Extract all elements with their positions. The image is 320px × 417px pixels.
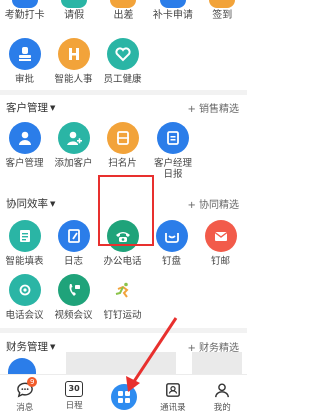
notebook-icon: [57, 220, 90, 252]
app-leave[interactable]: 请假: [49, 0, 98, 22]
stamp-icon: [8, 38, 41, 70]
app-business-trip[interactable]: 出差: [99, 0, 148, 22]
heart-icon: [106, 38, 139, 70]
customer-section-header: 客户管理 ▼ + 销售精选: [0, 98, 247, 116]
top-app-row: 考勤打卡 请假 出差 补卡申请 签到: [0, 0, 247, 22]
workbench-button[interactable]: [111, 384, 137, 410]
app-label: 电话会议: [5, 310, 44, 321]
app-label: 出差: [113, 10, 134, 21]
app-customer-management[interactable]: 客户管理: [0, 122, 49, 169]
app-label: 考勤打卡: [4, 10, 45, 21]
app-label: 员工健康: [103, 74, 142, 85]
app-add-customer[interactable]: 添加客户: [49, 122, 98, 169]
tab-label: 日程: [65, 401, 83, 411]
punch-fix-icon: [159, 0, 186, 8]
app-ding-sport[interactable]: 钉钉运动: [98, 274, 147, 321]
section-more-link[interactable]: + 协同精选: [187, 196, 239, 211]
user-icon: [8, 122, 41, 154]
tab-label: 消息: [16, 403, 34, 413]
app-mail[interactable]: 钉邮: [196, 220, 245, 267]
section-title[interactable]: 财务管理 ▼: [6, 339, 55, 354]
app-sign-in[interactable]: 签到: [198, 0, 247, 22]
app-label: 扫名片: [108, 158, 137, 169]
blurred-region: [192, 352, 242, 374]
tab-label: 我的: [213, 403, 231, 413]
app-label: 视频会议: [54, 310, 93, 321]
section-divider: [0, 90, 247, 95]
app-punch-fix[interactable]: 补卡申请: [148, 0, 197, 22]
app-scan-card[interactable]: 扫名片: [98, 122, 147, 169]
app-label: 智能人事: [54, 74, 93, 85]
app-label: 审批: [14, 74, 34, 85]
cloud-disk-icon: [155, 220, 188, 252]
calendar-icon: 30: [65, 381, 84, 397]
app-cloud-disk[interactable]: 钉盘: [147, 220, 196, 267]
conference-call-icon: [8, 274, 41, 306]
app-manager-daily-report[interactable]: 客户经理 日报: [147, 122, 199, 180]
tab-contacts[interactable]: 通讯录: [148, 375, 197, 417]
running-icon: [106, 274, 139, 306]
leave-icon: [61, 0, 88, 8]
trip-icon: [110, 0, 137, 8]
mail-icon: [204, 220, 237, 252]
highlight-box: [98, 175, 154, 246]
app-smart-form[interactable]: 智能填表: [0, 220, 49, 267]
report-icon: [157, 122, 189, 154]
app-conference-call[interactable]: 电话会议: [0, 274, 49, 321]
app-label: 客户管理: [5, 158, 44, 169]
app-attendance[interactable]: 考勤打卡: [0, 0, 49, 22]
section-more-link[interactable]: + 销售精选: [187, 100, 239, 115]
h-letter-icon: [57, 38, 90, 70]
app-approval[interactable]: 审批: [0, 38, 49, 85]
app-label: 添加客户: [54, 158, 93, 169]
add-user-icon: [57, 122, 90, 154]
section-divider: [0, 328, 247, 333]
app-label: 钉盘: [161, 256, 181, 267]
app-label: 智能填表: [5, 256, 44, 267]
contacts-icon: [163, 381, 183, 399]
card-scan-icon: [106, 122, 139, 154]
tab-label: 通讯录: [160, 403, 186, 413]
app-employee-health[interactable]: 员工健康: [98, 38, 147, 85]
section-title[interactable]: 客户管理 ▼: [6, 100, 55, 115]
app-label: 请假: [64, 10, 85, 21]
attendance-icon: [11, 0, 38, 8]
finance-app-icon[interactable]: [8, 358, 36, 374]
app-video-call[interactable]: 视频会议: [49, 274, 98, 321]
app-smart-hr[interactable]: 智能人事: [49, 38, 98, 85]
app-label: 钉钉运动: [103, 310, 142, 321]
video-call-icon: [57, 274, 90, 306]
profile-icon: [212, 381, 232, 399]
form-icon: [8, 220, 41, 252]
grid-icon: [118, 391, 130, 403]
app-label: 补卡申请: [152, 10, 193, 21]
unread-badge: 9: [27, 377, 38, 387]
section-title[interactable]: 协同效率 ▼: [6, 196, 55, 211]
sign-in-icon: [209, 0, 236, 8]
app-label: 办公电话: [103, 256, 142, 267]
tab-profile[interactable]: 我的: [198, 375, 247, 417]
app-label: 日志: [63, 256, 83, 267]
app-label: 签到: [212, 10, 233, 21]
tab-messages[interactable]: 9 消息: [0, 375, 49, 417]
blurred-region: [66, 352, 176, 374]
app-label: 钉邮: [210, 256, 230, 267]
app-label: 客户经理 日报: [153, 158, 192, 180]
app-journal[interactable]: 日志: [49, 220, 98, 267]
tab-calendar[interactable]: 30 日程: [49, 375, 98, 417]
